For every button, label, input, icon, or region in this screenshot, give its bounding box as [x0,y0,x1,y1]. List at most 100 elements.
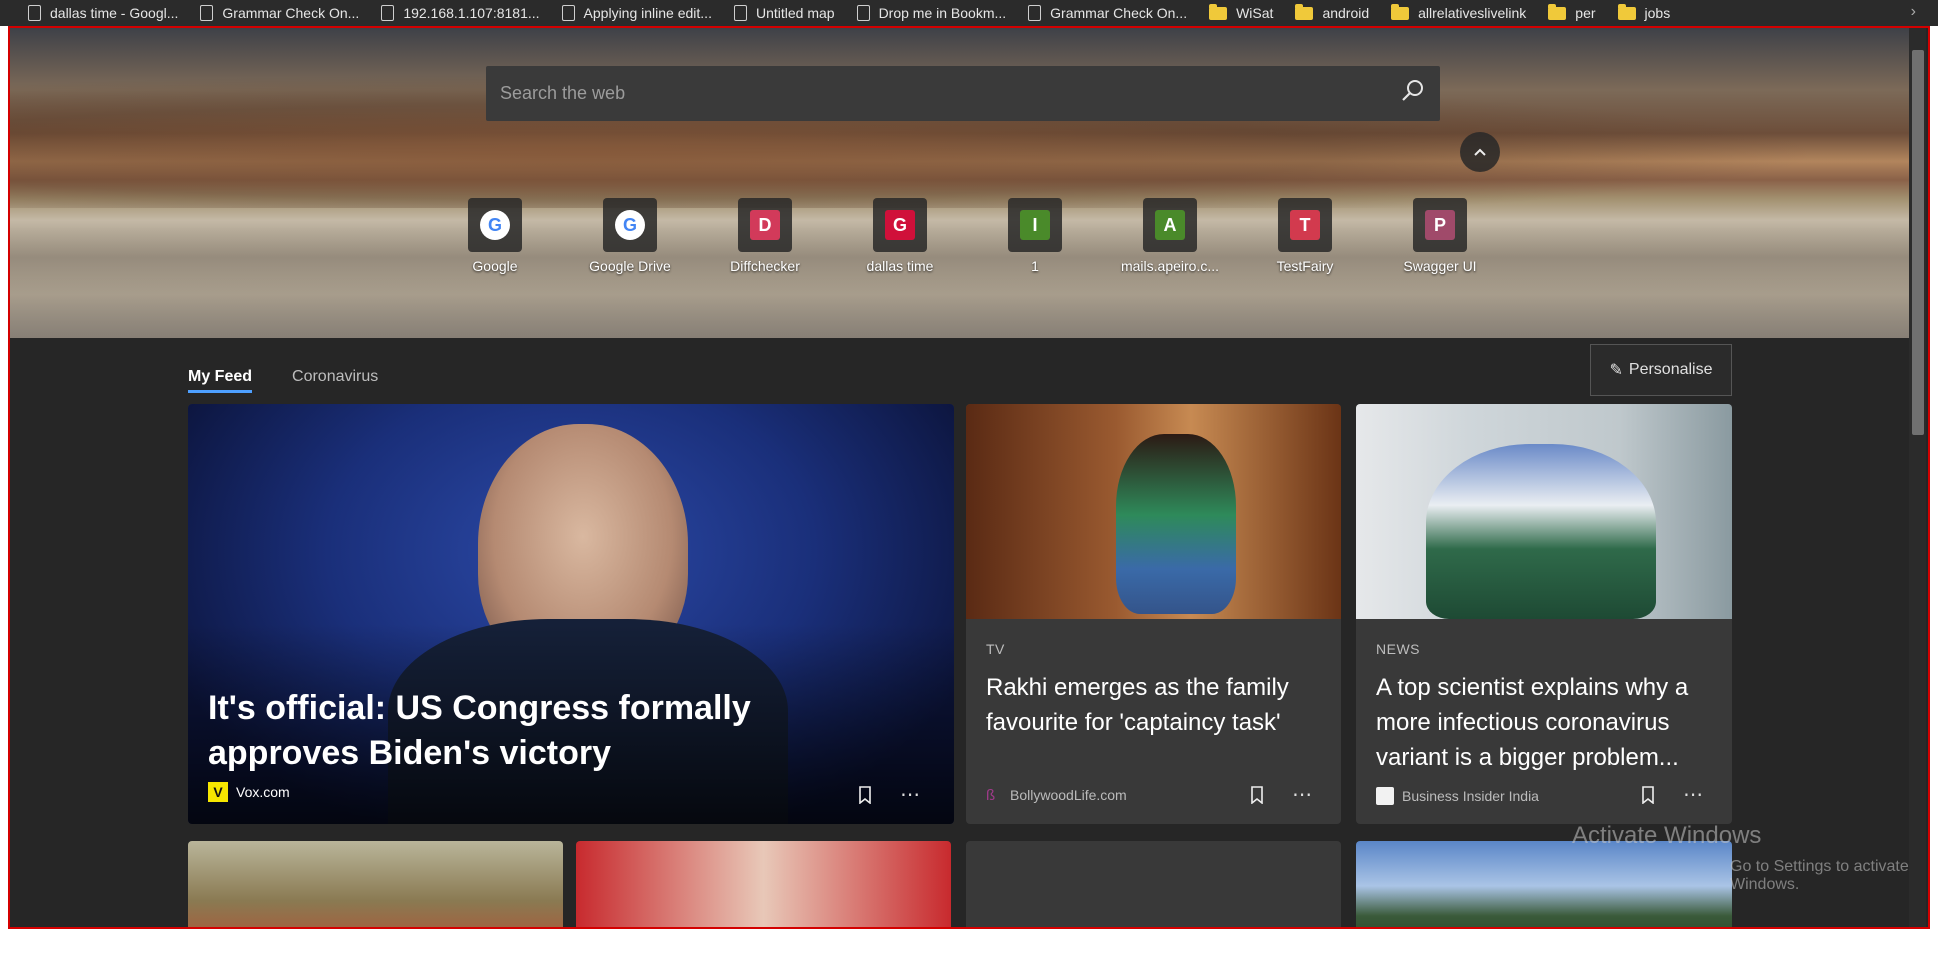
letter-icon: I [1020,210,1050,240]
quick-link-label: Swagger UI [1403,258,1477,274]
bookmark-folder[interactable]: android [1295,3,1369,23]
bookmark-folder[interactable]: allrelativeslivelink [1391,3,1526,23]
bookmark-icon[interactable] [1250,785,1264,804]
article-image [1356,404,1732,619]
news-card[interactable] [966,841,1341,927]
quick-link-label: Diffchecker [730,258,800,274]
bookmark-item[interactable]: 192.168.1.107:8181... [381,3,540,23]
more-options-icon[interactable]: ⋯ [1683,782,1703,807]
bookmark-label: Grammar Check On... [1050,5,1188,21]
news-card[interactable] [576,841,951,927]
news-card[interactable] [1356,841,1732,927]
activate-windows-watermark: Activate Windows [1572,822,1762,849]
bookmark-item[interactable]: Untitled map [733,3,835,23]
quick-link-diffchecker[interactable]: D Diffchecker [700,198,830,274]
quick-link-1[interactable]: I 1 [970,198,1100,274]
folder-icon [1617,3,1636,20]
bookmark-item[interactable]: Grammar Check On... [1028,3,1187,23]
status-strip [0,931,1938,953]
folder-icon [1391,3,1410,20]
bookmark-label: 192.168.1.107:8181... [403,5,540,21]
bookmark-label: Drop me in Bookm... [878,5,1007,21]
bookmark-label: Grammar Check On... [222,5,360,21]
source-name: BollywoodLife.com [1010,787,1127,803]
quick-link-dallas-time[interactable]: G dallas time [835,198,965,274]
page-icon [1028,5,1042,21]
quick-link-google[interactable]: G Google [430,198,560,274]
bookmark-label: allrelativeslivelink [1418,5,1527,21]
article-source[interactable]: ß BollywoodLife.com [986,787,1127,804]
chevron-up-icon[interactable] [1460,132,1500,172]
search-icon[interactable] [1400,78,1426,109]
letter-icon: T [1290,210,1320,240]
letter-icon: D [750,210,780,240]
tab-coronavirus[interactable]: Coronavirus [292,368,378,393]
google-icon: G [480,210,510,240]
article-source[interactable]: Business Insider India [1376,787,1539,805]
news-card[interactable] [188,841,563,927]
feed-tabs: My Feed Coronavirus [188,368,378,393]
chevron-right-icon[interactable]: › [1911,3,1916,21]
bookmark-item[interactable]: dallas time - Googl... [28,3,178,23]
bookmark-icon[interactable] [1641,785,1655,804]
bookmark-icon[interactable] [858,785,872,804]
news-card-news[interactable]: NEWS A top scientist explains why a more… [1356,404,1732,824]
page-icon [381,5,395,21]
more-options-icon[interactable]: ⋯ [1292,782,1312,807]
news-card-tv[interactable]: TV Rakhi emerges as the family favourite… [966,404,1341,824]
vertical-scrollbar[interactable] [1909,28,1926,927]
letter-icon: A [1155,210,1185,240]
bookmark-label: dallas time - Googl... [50,5,179,21]
folder-icon [1548,3,1567,20]
bookmark-label: android [1322,5,1370,21]
article-title[interactable]: It's official: US Congress formally appr… [208,686,908,776]
letter-icon: P [1425,210,1455,240]
article-actions: ⋯ [1250,782,1312,807]
folder-icon [1295,3,1314,20]
bookmark-folder[interactable]: jobs [1617,3,1671,23]
article-actions: ⋯ [1641,782,1703,807]
bookmark-folder[interactable]: WiSat [1209,3,1273,23]
page-icon [856,5,870,21]
bookmarks-bar: dallas time - Googl... Grammar Check On.… [0,0,1938,26]
quick-link-label: mails.apeiro.c... [1120,258,1220,274]
pencil-icon: ✎ [1609,362,1623,379]
article-source[interactable]: V Vox.com [208,782,290,802]
bookmark-folder[interactable]: per [1548,3,1596,23]
bookmark-label: jobs [1644,5,1671,21]
hero-background-image: Search the web G Google G Google Drive D… [10,28,1920,338]
bookmark-label: WiSat [1236,5,1274,21]
quick-link-label: 1 [1031,258,1039,274]
quick-link-swagger[interactable]: P Swagger UI [1375,198,1505,274]
quick-link-google-drive[interactable]: G Google Drive [565,198,695,274]
source-name: Business Insider India [1402,788,1539,804]
article-title[interactable]: Rakhi emerges as the family favourite fo… [986,670,1326,740]
page-icon [28,5,41,21]
bookmark-item[interactable]: Drop me in Bookm... [856,3,1007,23]
new-tab-page: Search the web G Google G Google Drive D… [8,26,1930,929]
search-input[interactable]: Search the web [500,83,1400,104]
quick-link-mails[interactable]: A mails.apeiro.c... [1105,198,1235,274]
personalise-label: Personalise [1628,361,1713,378]
scrollbar-thumb[interactable] [1912,50,1924,435]
quick-link-label: Google Drive [589,258,671,274]
more-options-icon[interactable]: ⋯ [900,782,920,807]
page-icon [561,5,575,21]
bookmark-item[interactable]: Applying inline edit... [561,3,712,23]
folder-icon [1209,3,1228,20]
article-title[interactable]: A top scientist explains why a more infe… [1376,670,1716,775]
article-image [966,404,1341,619]
article-category: TV [986,641,1005,657]
source-logo-icon: V [208,782,228,802]
article-actions: ⋯ [858,782,920,807]
search-box[interactable]: Search the web [486,66,1440,121]
tab-my-feed[interactable]: My Feed [188,368,253,393]
bookmark-label: per [1575,5,1596,21]
bookmark-label: Applying inline edit... [583,5,712,21]
google-icon: G [615,210,645,240]
quick-link-testfairy[interactable]: T TestFairy [1240,198,1370,274]
source-logo-icon [1376,787,1394,805]
personalise-button[interactable]: ✎ Personalise [1590,344,1732,396]
bookmark-item[interactable]: Grammar Check On... [200,3,359,23]
news-card-main[interactable]: It's official: US Congress formally appr… [188,404,954,824]
